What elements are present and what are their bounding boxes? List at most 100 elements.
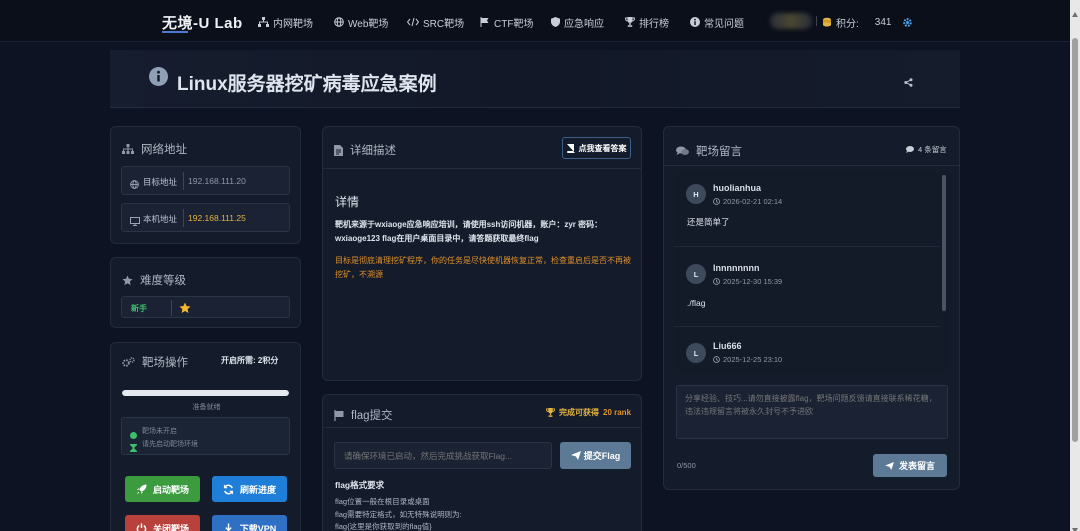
refresh-icon — [223, 484, 234, 495]
comment-time: 2025-12-25 23:10 — [723, 355, 783, 364]
refresh-label: 刷新进度 — [239, 484, 276, 495]
brand-logo[interactable]: 无境-U Lab — [162, 12, 243, 33]
vpn-label: 下载VPN — [239, 523, 277, 531]
trophy-icon — [546, 408, 555, 417]
cogs-icon — [122, 356, 135, 368]
nav-item-emergency[interactable]: 应急响应 — [551, 15, 604, 30]
document-icon — [334, 144, 343, 156]
local-ip[interactable]: 192.168.111.25 — [188, 213, 246, 223]
avatar: L — [686, 343, 706, 363]
comments-card: 靶场留言 4 条留言 H huolianhua 2026-02-21 02:14… — [663, 126, 960, 490]
user-avatar[interactable] — [770, 13, 812, 29]
difficulty-title: 难度等级 — [140, 275, 186, 287]
points-value: 341 — [874, 16, 892, 28]
nav-label: 应急响应 — [564, 18, 604, 30]
code-icon — [407, 17, 419, 27]
scroll-down-arrow-icon[interactable] — [1072, 520, 1078, 531]
network-title: 网络地址 — [141, 144, 187, 156]
share-icon[interactable] — [904, 74, 913, 92]
points-display: 积分: 341 — [822, 15, 892, 30]
clock-icon — [713, 356, 720, 363]
reward-prefix: 完成可获得 — [559, 408, 599, 417]
detail-section-title: 详情 — [335, 195, 360, 209]
target-address-row: 目标地址 192.168.111.20 — [121, 166, 290, 195]
nav-item-intranet[interactable]: 内网靶场 — [258, 15, 313, 30]
close-range-button[interactable]: 关闭靶场 — [125, 515, 200, 531]
comments-icon — [676, 146, 689, 156]
operations-title: 靶场操作 — [142, 357, 188, 369]
progress-text: 准备就绪 — [192, 404, 221, 411]
flag-icon — [480, 17, 490, 27]
clock-icon — [713, 198, 720, 205]
post-comment-button[interactable]: 发表留言 — [873, 454, 947, 477]
divider — [816, 16, 817, 26]
comment-item: H huolianhua 2026-02-21 02:14 还是简单了 — [674, 171, 940, 247]
globe-icon — [130, 176, 139, 194]
target-label: 目标地址 — [143, 177, 178, 187]
comment-scrollbar[interactable] — [942, 175, 946, 311]
scroll-up-arrow-icon[interactable] — [1072, 4, 1078, 17]
globe-icon — [334, 17, 344, 27]
comment-user: Liu666 — [713, 341, 742, 351]
char-count: 0/500 — [677, 461, 696, 470]
flag-card-header: flag提交 — [334, 407, 393, 423]
comment-text: 还是简单了 — [687, 217, 730, 227]
progress-fill — [122, 390, 289, 396]
local-label: 本机地址 — [143, 214, 178, 224]
points-label: 积分: — [836, 18, 859, 30]
comment-item: L Liu666 2025-12-25 23:10 — [674, 331, 940, 373]
nav-item-ctf[interactable]: CTF靶场 — [480, 15, 533, 30]
scrollbar-thumb[interactable] — [1072, 38, 1078, 442]
format-line: flag需要特定格式，如无特殊说明则为: — [335, 509, 462, 519]
target-ip[interactable]: 192.168.111.20 — [188, 176, 246, 186]
status-panel: 靶场未开启 请先启动靶场环境 — [121, 417, 290, 455]
detail-card: 详细描述 点我查看答案 详情 靶机来源于wxiaoge应急响应培训，请使用ssh… — [322, 126, 642, 381]
difficulty-card-header: 难度等级 — [122, 272, 186, 288]
difficulty-row: 新手 — [121, 296, 290, 318]
network-card: 网络地址 目标地址 192.168.111.20 本机地址 192.168.11… — [110, 126, 301, 244]
star-icon — [122, 274, 133, 286]
view-answer-button[interactable]: 点我查看答案 — [562, 137, 631, 159]
comment-text: ./flag — [687, 298, 706, 308]
send-icon — [885, 461, 894, 470]
divider — [664, 165, 959, 166]
settings-gear-icon[interactable] — [902, 15, 913, 33]
format-line: flag位置一般在根目录或桌面 — [335, 497, 430, 506]
detail-card-header: 详细描述 — [334, 142, 396, 158]
page-scrollbar[interactable] — [1070, 0, 1080, 531]
book-icon — [566, 143, 575, 153]
format-lines: flag位置一般在根目录或桌面 flag需要特定格式，如无特殊说明则为: fla… — [335, 496, 462, 531]
format-line: flag{这里是你获取到的flag值} — [335, 522, 432, 531]
comment-item: L lnnnnnnnn 2025-12-30 15:39 ./flag — [674, 251, 940, 327]
sitemap-icon — [122, 144, 134, 154]
status-line-2: 请先启动靶场环境 — [142, 441, 198, 448]
nav-item-leaderboard[interactable]: 排行榜 — [625, 15, 669, 30]
network-card-header: 网络地址 — [122, 141, 187, 157]
nav-item-web[interactable]: Web靶场 — [334, 15, 388, 30]
reward-info: 完成可获得 20 rank — [546, 407, 631, 418]
difficulty-card: 难度等级 新手 — [110, 257, 301, 328]
nav-item-faq[interactable]: 常见问题 — [690, 15, 744, 30]
start-range-button[interactable]: 启动靶场 — [125, 476, 200, 502]
comments-card-header: 靶场留言 — [676, 143, 742, 159]
page-title: Linux服务器挖矿病毒应急案例 — [177, 74, 437, 95]
download-vpn-button[interactable]: 下载VPN — [212, 515, 287, 531]
submit-flag-button[interactable]: 提交Flag — [560, 442, 631, 469]
comment-textarea[interactable] — [676, 385, 948, 439]
flag-input[interactable] — [334, 442, 552, 469]
nav-label: 内网靶场 — [273, 18, 313, 30]
divider — [183, 209, 184, 227]
nav-item-src[interactable]: SRC靶场 — [407, 15, 465, 30]
avatar: L — [686, 264, 706, 284]
operations-card: 靶场操作 开启所需: 2积分 准备就绪 靶场未开启 请先启动靶场环境 启动靶场 … — [110, 342, 301, 531]
nav-label: 常见问题 — [704, 18, 744, 30]
nav-label: SRC靶场 — [423, 18, 465, 30]
divider — [183, 172, 184, 190]
flag-card: flag提交 完成可获得 20 rank 提交Flag flag格式要求 fla… — [322, 394, 642, 531]
start-label: 启动靶场 — [152, 484, 189, 495]
comment-time: 2026-02-21 02:14 — [723, 197, 783, 206]
refresh-progress-button[interactable]: 刷新进度 — [212, 476, 287, 502]
comment-list: H huolianhua 2026-02-21 02:14 还是简单了 L ln… — [674, 171, 950, 373]
flag-icon — [334, 409, 344, 421]
flag-title: flag提交 — [351, 410, 393, 422]
